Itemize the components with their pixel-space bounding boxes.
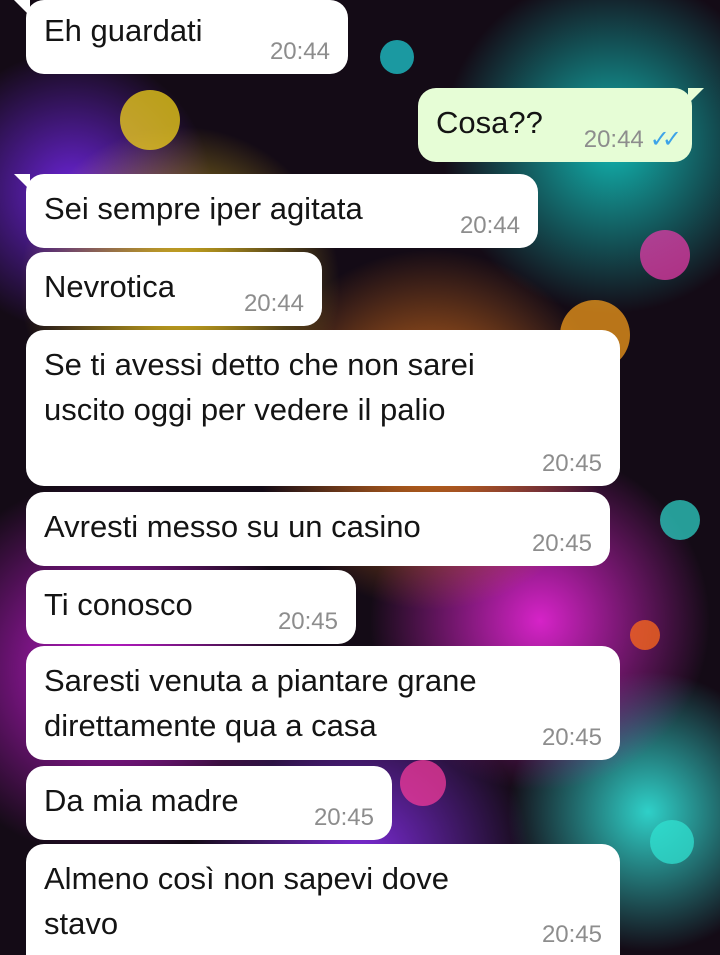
message-line: Almeno così non sapevi dove <box>44 861 449 896</box>
message-time: 20:44 <box>459 212 520 239</box>
message-time: 20:45 <box>541 724 602 751</box>
message-time: 20:45 <box>531 530 592 557</box>
message-bubble-incoming[interactable]: Avresti messo su un casino 20:45 <box>26 492 610 566</box>
message-bubble-incoming[interactable]: Ti conosco 20:45 <box>26 570 356 644</box>
message-bubble-incoming[interactable]: Saresti venuta a piantare grane direttam… <box>26 646 620 760</box>
message-text: Sei sempre iper agitata <box>44 191 363 226</box>
message-line: Saresti venuta a piantare grane <box>44 663 477 698</box>
message-time: 20:45 <box>313 804 374 831</box>
double-check-read-icon: ✓✓ <box>649 126 682 153</box>
bubble-tail <box>688 88 704 104</box>
message-time: 20:44 <box>583 126 644 153</box>
message-meta: 20:44 ✓✓ <box>583 126 682 154</box>
message-text: Avresti messo su un casino <box>44 509 421 544</box>
message-line: direttamente qua a casa <box>44 708 377 743</box>
message-text: Cosa?? <box>436 105 543 140</box>
message-bubble-incoming[interactable]: Sei sempre iper agitata 20:44 <box>14 174 538 248</box>
message-line: stavo <box>44 906 119 941</box>
message-bubble-outgoing[interactable]: Cosa?? 20:44 ✓✓ <box>418 88 704 162</box>
message-time: 20:45 <box>541 450 602 477</box>
message-text: Se ti avessi detto che non sarei uscito … <box>44 342 475 432</box>
message-time: 20:44 <box>243 290 304 317</box>
message-text: Saresti venuta a piantare grane direttam… <box>44 658 477 748</box>
message-bubble-incoming[interactable]: Almeno così non sapevi dove stavo 20:45 <box>26 844 620 955</box>
chat-message-list[interactable]: Eh guardati 20:44 Cosa?? 20:44 ✓✓ Sei sem… <box>0 0 720 955</box>
message-line: Se ti avessi detto che non sarei <box>44 347 475 382</box>
message-text: Almeno così non sapevi dove stavo <box>44 856 449 946</box>
message-text: Ti conosco <box>44 587 193 622</box>
message-time: 20:45 <box>277 608 338 635</box>
message-text: Eh guardati <box>44 13 203 48</box>
message-bubble-incoming[interactable]: Nevrotica 20:44 <box>26 252 322 326</box>
message-bubble-incoming[interactable]: Se ti avessi detto che non sarei uscito … <box>26 330 620 486</box>
message-bubble-incoming[interactable]: Da mia madre 20:45 <box>26 766 392 840</box>
message-time: 20:45 <box>541 921 602 948</box>
bubble-tail <box>14 0 30 16</box>
message-text: Nevrotica <box>44 269 175 304</box>
message-time: 20:44 <box>269 38 330 65</box>
message-text: Da mia madre <box>44 783 239 818</box>
message-bubble-incoming[interactable]: Eh guardati 20:44 <box>14 0 348 74</box>
message-line: uscito oggi per vedere il palio <box>44 392 446 427</box>
bubble-tail <box>14 174 30 190</box>
